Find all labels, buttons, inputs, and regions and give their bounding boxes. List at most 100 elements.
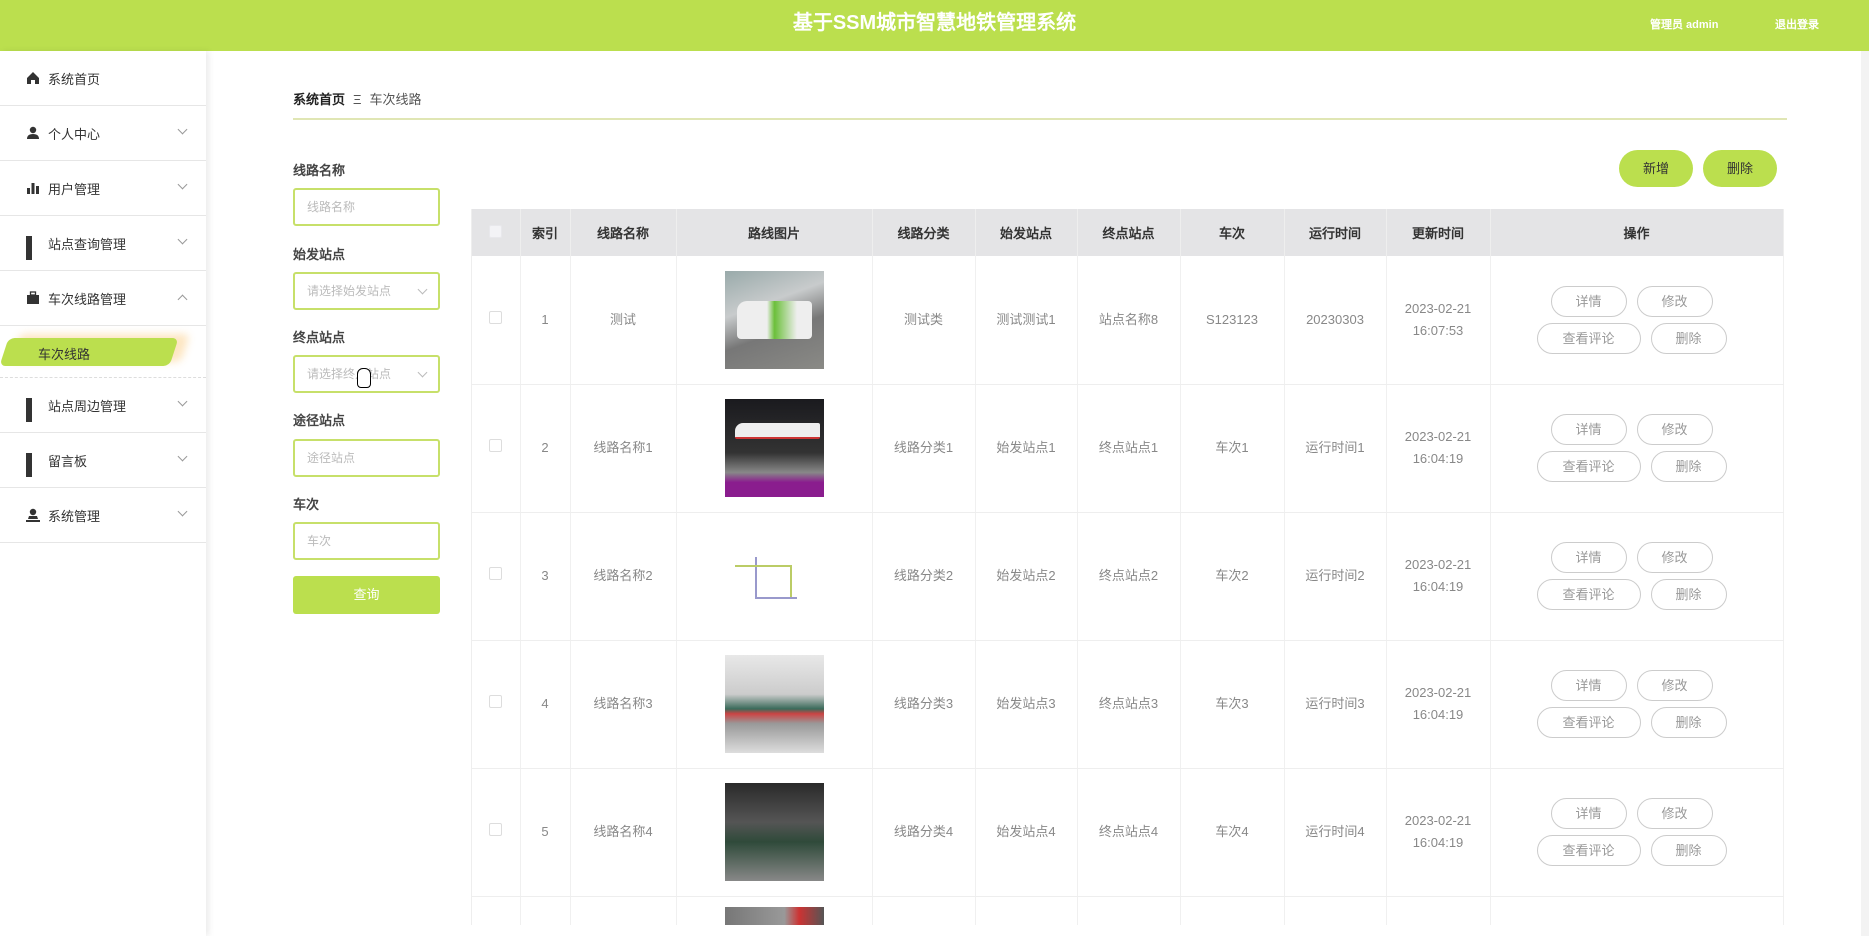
detail-button[interactable]: 详情 xyxy=(1550,798,1627,829)
actions-cell: 详情 修改查看评论 删除 xyxy=(1490,512,1784,641)
cell-updated: 2023-02-21 16:07:53 xyxy=(1386,256,1491,385)
via-station-input[interactable]: 途径站点 xyxy=(293,439,440,477)
actions-cell xyxy=(1490,896,1784,925)
table-row: 5 线路名称4 线路分类4 始发站点4 终点站点4 车次4 运行时间4 2023-02-21 1… xyxy=(472,768,1784,897)
row-checkbox[interactable] xyxy=(489,695,503,708)
sidebar-item-route-management[interactable]: 车次线路管理 xyxy=(0,271,206,326)
start-station-select[interactable]: 请选择始发站点 xyxy=(293,272,440,310)
query-button[interactable]: 查询 xyxy=(293,576,440,614)
sidebar-item-profile[interactable]: 个人中心 xyxy=(0,106,206,161)
delete-button[interactable]: 删除 xyxy=(1650,579,1727,610)
sidebar-item-station-query[interactable]: 站点查询管理 xyxy=(0,216,206,271)
cell-index: 2 xyxy=(520,384,571,513)
detail-button[interactable]: 详情 xyxy=(1550,414,1627,445)
route-image-cell xyxy=(676,896,873,925)
view-comments-button[interactable]: 查看评论 xyxy=(1536,322,1641,354)
cell-category: 线路分类2 xyxy=(872,512,976,641)
sidebar-item-users[interactable]: 用户管理 xyxy=(0,161,206,216)
view-comments-button[interactable]: 查看评论 xyxy=(1536,707,1641,738)
detail-button[interactable]: 详情 xyxy=(1550,285,1627,317)
cell-updated xyxy=(1386,896,1491,925)
column-header: 车次 xyxy=(1180,209,1285,256)
train-input[interactable]: 车次 xyxy=(293,522,440,560)
actions-cell: 详情 修改查看评论 删除 xyxy=(1490,768,1784,897)
breadcrumb-home[interactable]: 系统首页 xyxy=(293,92,345,107)
select-all-checkbox[interactable] xyxy=(489,224,503,238)
cell-category: 线路分类4 xyxy=(872,768,976,897)
table-row: 3 线路名称2 线路分类2 始发站点2 终点站点2 车次2 运行时间2 2023-02-21 1… xyxy=(472,512,1784,641)
delete-button[interactable]: 删除 xyxy=(1650,835,1727,866)
route-image[interactable] xyxy=(724,527,824,625)
route-name-label: 线路名称 xyxy=(293,163,346,178)
row-checkbox[interactable] xyxy=(489,567,503,580)
briefcase-icon xyxy=(26,291,40,305)
bulk-delete-button[interactable]: 删除 xyxy=(1703,150,1777,187)
breadcrumb-divider xyxy=(293,118,1787,120)
admin-icon xyxy=(26,508,40,522)
sidebar: 系统首页 个人中心 用户管理 站点查询管理 车次线路管理 车次线路 站点周边管理… xyxy=(0,51,206,936)
route-image[interactable] xyxy=(724,399,824,497)
column-header: 运行时间 xyxy=(1284,209,1387,256)
updated-time: 16:04:19 xyxy=(1412,835,1464,850)
cell-train: 车次4 xyxy=(1180,768,1285,897)
route-image-cell xyxy=(676,768,873,897)
sidebar-subitem-routes[interactable]: 车次线路 xyxy=(0,326,206,378)
page-scrollbar[interactable] xyxy=(1861,51,1869,936)
route-image[interactable] xyxy=(724,906,824,925)
sidebar-item-message-board[interactable]: 留言板 xyxy=(0,433,206,488)
delete-button[interactable]: 删除 xyxy=(1650,322,1727,354)
table-row: 2 线路名称1 线路分类1 始发站点1 终点站点1 车次1 运行时间1 2023-02-21 1… xyxy=(472,384,1784,513)
route-image[interactable] xyxy=(724,655,824,753)
view-comments-button[interactable]: 查看评论 xyxy=(1536,579,1641,610)
cell-end: 终点站点1 xyxy=(1077,384,1181,513)
cell-start xyxy=(975,896,1078,925)
edit-button[interactable]: 修改 xyxy=(1636,285,1713,317)
home-icon xyxy=(26,71,40,85)
edit-button[interactable]: 修改 xyxy=(1636,414,1713,445)
row-checkbox[interactable] xyxy=(489,310,503,324)
column-header: 始发站点 xyxy=(975,209,1078,256)
row-checkbox[interactable] xyxy=(489,823,503,836)
row-select-cell xyxy=(472,512,521,641)
sidebar-item-system[interactable]: 系统管理 xyxy=(0,488,206,543)
updated-date: 2023-02-21 xyxy=(1404,300,1472,316)
delete-button[interactable]: 删除 xyxy=(1650,707,1727,738)
route-name-input[interactable]: 线路名称 xyxy=(293,188,440,226)
sidebar-item-home[interactable]: 系统首页 xyxy=(0,51,206,106)
route-image[interactable] xyxy=(724,783,824,881)
column-header: 路线图片 xyxy=(676,209,873,256)
detail-button[interactable]: 详情 xyxy=(1550,542,1627,573)
cell-name: 线路名称2 xyxy=(570,512,677,641)
route-image-cell xyxy=(676,640,873,769)
start-station-placeholder: 请选择始发站点 xyxy=(307,284,392,298)
actions-cell: 详情 修改查看评论 删除 xyxy=(1490,384,1784,513)
add-button[interactable]: 新增 xyxy=(1619,150,1693,187)
edit-button[interactable]: 修改 xyxy=(1636,670,1713,701)
cell-index xyxy=(520,896,571,925)
cell-train: S123123 xyxy=(1180,256,1285,385)
cell-run-time xyxy=(1284,896,1387,925)
row-checkbox[interactable] xyxy=(489,439,503,452)
view-comments-button[interactable]: 查看评论 xyxy=(1536,451,1641,482)
cell-category: 线路分类3 xyxy=(872,640,976,769)
cell-run-time: 运行时间3 xyxy=(1284,640,1387,769)
edit-button[interactable]: 修改 xyxy=(1636,542,1713,573)
column-header: 更新时间 xyxy=(1386,209,1491,256)
logout-link[interactable]: 退出登录 xyxy=(1775,16,1819,32)
detail-button[interactable]: 详情 xyxy=(1550,670,1627,701)
column-header: 索引 xyxy=(520,209,571,256)
grid-icon xyxy=(26,453,40,477)
view-comments-button[interactable]: 查看评论 xyxy=(1536,835,1641,866)
cell-start: 始发站点1 xyxy=(975,384,1078,513)
user-icon xyxy=(26,126,40,140)
breadcrumb: 系统首页 Ξ 车次线路 xyxy=(293,89,421,108)
route-image[interactable] xyxy=(724,270,824,369)
chevron-down-icon xyxy=(177,396,188,407)
table-header-row: 索引 线路名称 路线图片 线路分类 始发站点 终点站点 车次 运行时间 更新时间… xyxy=(472,209,1784,256)
sidebar-item-station-surroundings[interactable]: 站点周边管理 xyxy=(0,378,206,433)
cell-run-time: 20230303 xyxy=(1284,256,1387,385)
edit-button[interactable]: 修改 xyxy=(1636,798,1713,829)
delete-button[interactable]: 删除 xyxy=(1650,451,1727,482)
row-select-cell xyxy=(472,896,521,925)
row-select-cell xyxy=(472,768,521,897)
